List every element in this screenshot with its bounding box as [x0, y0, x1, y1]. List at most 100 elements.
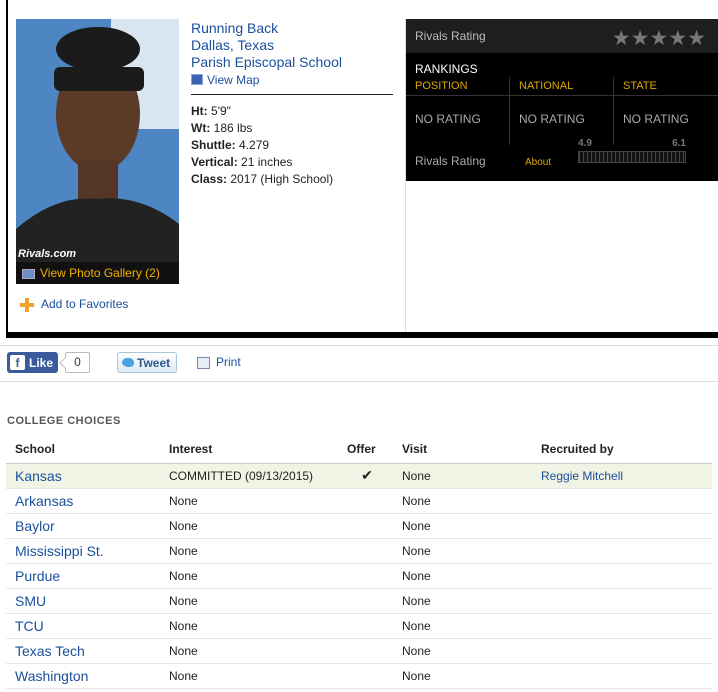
rank-value-national: NO RATING	[519, 112, 585, 126]
visit-cell: None	[402, 588, 541, 614]
interest-cell: None	[169, 513, 347, 539]
stat-height: Ht: 5'9"	[191, 104, 231, 118]
like-count: 0	[65, 352, 90, 373]
rank-col-state: STATE	[623, 80, 657, 92]
printer-icon	[197, 357, 210, 369]
offer-cell	[347, 538, 402, 564]
interest-cell: COMMITTED (09/13/2015)	[169, 463, 347, 489]
col-offer[interactable]: Offer	[347, 436, 402, 464]
visit-cell: None	[402, 613, 541, 639]
photo-gallery-icon	[22, 269, 35, 279]
view-map-label: View Map	[207, 73, 260, 87]
stat-vertical: Vertical: 21 inches	[191, 155, 293, 169]
scale-bar	[578, 151, 686, 163]
recruiter-cell	[541, 513, 712, 539]
col-recruited-by[interactable]: Recruited by	[541, 436, 712, 464]
visit-cell: None	[402, 488, 541, 514]
player-location[interactable]: Dallas, Texas	[191, 37, 393, 54]
tweet-button[interactable]: Tweet	[117, 352, 177, 373]
table-row: SMU None None	[6, 588, 712, 614]
school-link[interactable]: Baylor	[6, 513, 169, 539]
visit-cell: None	[402, 463, 541, 489]
interest-cell: None	[169, 638, 347, 664]
school-link[interactable]: TCU	[6, 613, 169, 639]
add-to-favorites-label: Add to Favorites	[41, 297, 129, 311]
star-rating-icon: ★★★★★	[611, 27, 706, 50]
view-photo-gallery-link[interactable]: View Photo Gallery (2)	[16, 262, 179, 284]
col-visit[interactable]: Visit	[402, 436, 541, 464]
offer-cell	[347, 638, 402, 664]
stat-class: Class: 2017 (High School)	[191, 172, 334, 186]
table-row: Baylor None None	[6, 513, 712, 539]
about-link[interactable]: About	[525, 157, 551, 168]
table-row: Washington None None	[6, 663, 712, 689]
view-map-link[interactable]: View Map	[191, 73, 393, 87]
rank-col-divider	[509, 77, 510, 145]
rank-value-state: NO RATING	[623, 112, 689, 126]
rank-value-position: NO RATING	[415, 112, 481, 126]
interest-cell: None	[169, 588, 347, 614]
scale-min: 4.9	[578, 138, 592, 149]
school-link[interactable]: Texas Tech	[6, 638, 169, 664]
facebook-icon: f	[10, 355, 25, 370]
stat-weight: Wt: 186 lbs	[191, 121, 253, 135]
interest-cell: None	[169, 538, 347, 564]
photo-watermark: Rivals.com	[18, 248, 77, 260]
college-choices-title: COLLEGE CHOICES	[7, 415, 121, 427]
rivals-rating-panel: Rivals Rating ★★★★★ RANKINGS POSITION NA…	[406, 19, 718, 181]
school-link[interactable]: Washington	[6, 663, 169, 689]
table-header-row: School Interest Offer Visit Recruited by	[6, 436, 712, 464]
school-link[interactable]: Kansas	[6, 463, 169, 489]
recruiter-cell	[541, 588, 712, 614]
map-icon	[191, 74, 203, 85]
rank-col-position: POSITION	[415, 80, 468, 92]
offer-cell	[347, 663, 402, 689]
rank-col-national: NATIONAL	[519, 80, 574, 92]
twitter-bird-icon	[122, 358, 134, 367]
stat-shuttle: Shuttle: 4.279	[191, 138, 270, 152]
recruiter-cell	[541, 538, 712, 564]
player-info: Running Back Dallas, Texas Parish Episco…	[191, 20, 393, 188]
recruiter-cell	[541, 663, 712, 689]
rankings-label: RANKINGS	[415, 62, 478, 76]
table-row: Mississippi St. None None	[6, 538, 712, 564]
school-link[interactable]: Mississippi St.	[6, 538, 169, 564]
offer-check-icon: ✔	[347, 463, 402, 489]
view-photo-gallery-label: View Photo Gallery (2)	[40, 266, 160, 280]
visit-cell: None	[402, 563, 541, 589]
plus-icon	[20, 298, 34, 312]
col-school[interactable]: School	[6, 436, 169, 464]
school-link[interactable]: Purdue	[6, 563, 169, 589]
school-link[interactable]: Arkansas	[6, 488, 169, 514]
visit-cell: None	[402, 513, 541, 539]
school-link[interactable]: SMU	[6, 588, 169, 614]
rating-footer-label: Rivals Rating	[415, 154, 486, 168]
visit-cell: None	[402, 538, 541, 564]
offer-cell	[347, 488, 402, 514]
recruiter-cell	[541, 638, 712, 664]
tweet-label: Tweet	[137, 356, 171, 370]
rank-col-divider	[613, 77, 614, 145]
player-school[interactable]: Parish Episcopal School	[191, 54, 393, 71]
table-row: TCU None None	[6, 613, 712, 639]
player-photo[interactable]: Rivals.com View Photo Gallery (2)	[16, 19, 179, 284]
scale-max: 6.1	[672, 138, 686, 149]
info-divider	[191, 94, 393, 95]
facebook-like-button[interactable]: f Like	[7, 352, 58, 373]
player-position[interactable]: Running Back	[191, 20, 393, 37]
recruiter-cell	[541, 488, 712, 514]
like-label: Like	[29, 356, 54, 370]
table-row: Arkansas None None	[6, 488, 712, 514]
offer-cell	[347, 613, 402, 639]
offer-cell	[347, 513, 402, 539]
recruiter-cell	[541, 563, 712, 589]
col-interest[interactable]: Interest	[169, 436, 347, 464]
college-choices-table: School Interest Offer Visit Recruited by…	[6, 436, 712, 689]
rating-scale: 4.9 6.1	[578, 138, 686, 166]
interest-cell: None	[169, 663, 347, 689]
recruiter-link[interactable]: Reggie Mitchell	[541, 463, 712, 489]
rating-header: Rivals Rating ★★★★★	[406, 19, 718, 53]
interest-cell: None	[169, 613, 347, 639]
visit-cell: None	[402, 663, 541, 689]
visit-cell: None	[402, 638, 541, 664]
